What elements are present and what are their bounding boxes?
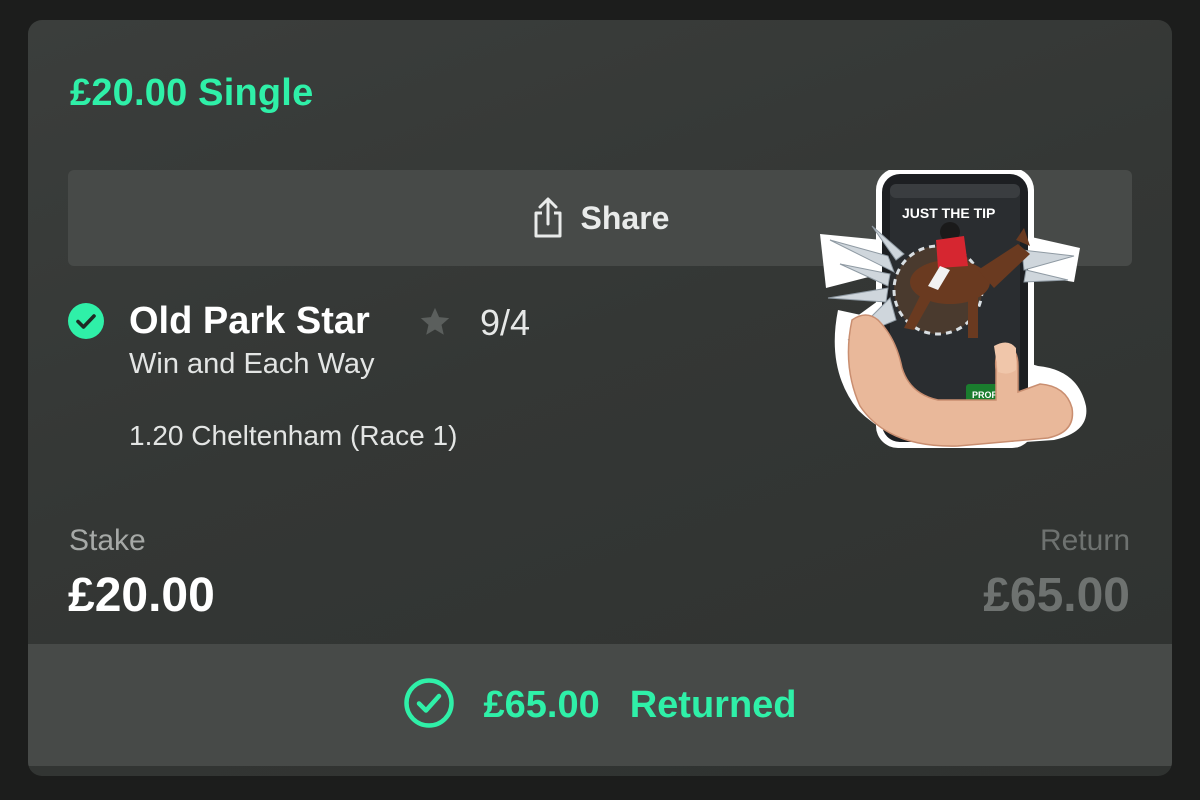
stake-label: Stake xyxy=(69,524,146,557)
return-value: £65.00 xyxy=(983,569,1130,622)
bet-title: £20.00 Single xyxy=(70,72,314,114)
sticker-headline: JUST THE TIP xyxy=(902,205,995,221)
share-icon xyxy=(531,197,565,239)
returned-banner: £65.00 Returned xyxy=(28,644,1172,766)
star-icon[interactable] xyxy=(418,305,452,344)
promo-sticker: JUST THE TIP PROFIT xyxy=(818,168,1108,470)
bet-type: Win and Each Way xyxy=(129,348,375,380)
event-name: 1.20 Cheltenham (Race 1) xyxy=(129,420,458,451)
check-circle-outline-icon xyxy=(403,677,455,734)
stake-value: £20.00 xyxy=(68,569,215,622)
returned-amount: £65.00 xyxy=(483,683,600,726)
selection-name: Old Park Star xyxy=(129,300,370,342)
odds: 9/4 xyxy=(480,302,531,343)
return-label: Return xyxy=(1039,524,1130,557)
share-label: Share xyxy=(580,199,670,236)
check-circle-icon xyxy=(68,303,104,344)
bet-card: £20.00 Single Share Old Park Star 9/4 Wi… xyxy=(28,20,1172,776)
returned-text: Returned xyxy=(629,683,797,726)
